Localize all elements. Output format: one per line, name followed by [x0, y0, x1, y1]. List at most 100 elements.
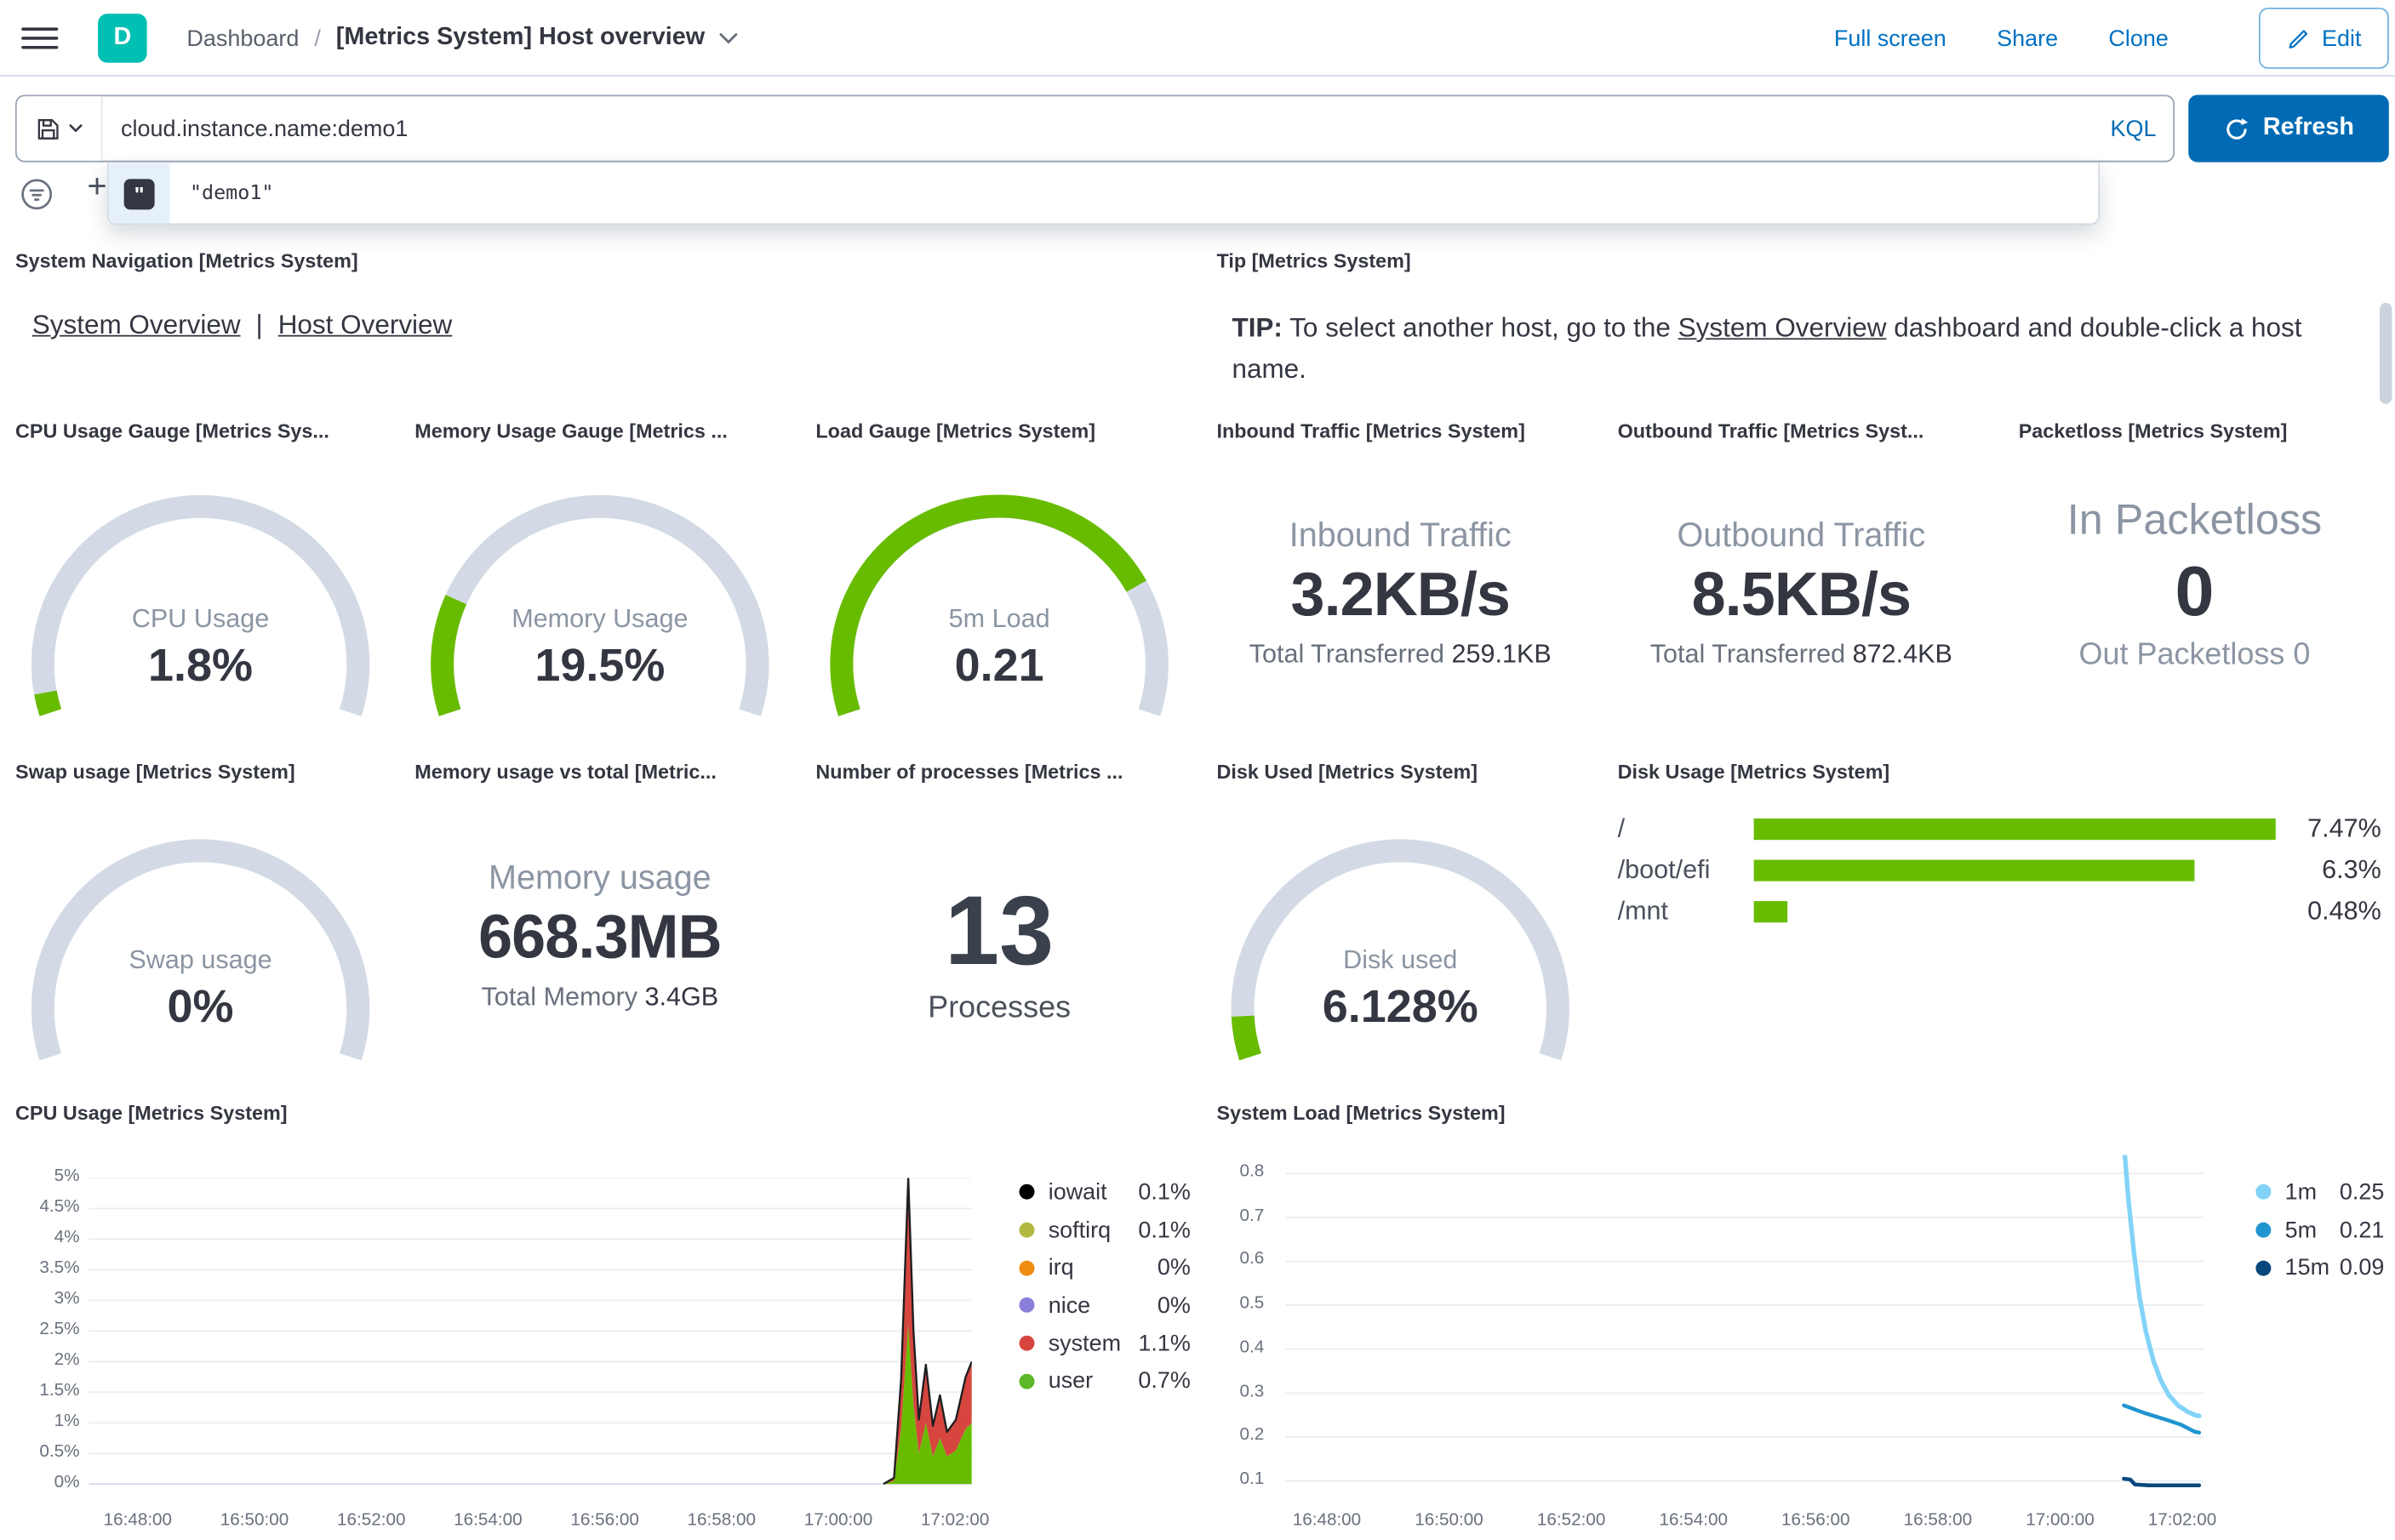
axis-tick: 0.7	[1239, 1206, 1265, 1225]
legend-item[interactable]: user 0.7%	[1019, 1362, 1191, 1400]
axis-tick: 16:50:00	[220, 1511, 289, 1531]
legend-item[interactable]: nice 0%	[1019, 1286, 1191, 1324]
axis-tick: 0.5	[1239, 1294, 1265, 1314]
legend-item[interactable]: iowait 0.1%	[1019, 1173, 1191, 1211]
axis-tick: 2.5%	[39, 1320, 80, 1339]
legend-item[interactable]: 15m 0.09	[2255, 1249, 2384, 1286]
edit-button[interactable]: Edit	[2259, 7, 2389, 69]
scrollbar[interactable]	[2380, 303, 2392, 404]
axis-tick: 0.5%	[39, 1442, 80, 1462]
axis-tick: 0.6	[1239, 1250, 1265, 1269]
host-overview-link[interactable]: Host Overview	[278, 309, 453, 339]
saved-query-menu-button[interactable]	[16, 96, 103, 161]
legend-item[interactable]: 1m 0.25	[2255, 1173, 2384, 1211]
metric-label: Outbound Traffic	[1677, 515, 1926, 554]
disk-label: /	[1617, 813, 1626, 842]
tip-text: TIP: To select another host, go to the S…	[1232, 307, 2346, 390]
refresh-button[interactable]: Refresh	[2188, 94, 2389, 163]
save-icon	[37, 118, 59, 139]
app: D Dashboard / [Metrics System] Host over…	[0, 0, 2395, 1540]
legend-item[interactable]: irq 0%	[1019, 1249, 1191, 1286]
disk-label: /boot/efi	[1617, 854, 1711, 884]
metric-sub: Out Packetloss 0	[2078, 637, 2311, 672]
panel-title-tip[interactable]: Tip [Metrics System]	[1216, 249, 1410, 272]
panel-title-memory-gauge[interactable]: Memory Usage Gauge [Metrics ...	[414, 419, 728, 442]
load-chart-legend: 1m 0.25 5m 0.21 15m 0.09	[2255, 1173, 2384, 1286]
axis-tick: 0.2	[1239, 1426, 1265, 1445]
chevron-down-icon	[69, 124, 83, 133]
share-button[interactable]: Share	[1997, 26, 2058, 52]
system-overview-link[interactable]: System Overview	[32, 309, 241, 339]
metric-sub: Total Memory 3.4GB	[481, 982, 719, 1012]
axis-tick: 0.1	[1239, 1469, 1265, 1489]
legend-item[interactable]: softirq 0.1%	[1019, 1212, 1191, 1249]
panel-title-disk-used[interactable]: Disk Used [Metrics System]	[1216, 761, 1478, 784]
menu-icon[interactable]	[21, 20, 59, 56]
disk-label: /mnt	[1617, 895, 1669, 925]
system-load-chart[interactable]	[1285, 1155, 2204, 1515]
cpu-chart-y-axis: 5% 4.5% 4% 3.5% 3% 2.5% 2% 1.5% 1% 0.5% 0%	[12, 1167, 79, 1497]
disk-value: 6.3%	[2322, 854, 2381, 884]
refresh-icon	[2226, 117, 2248, 139]
space-avatar[interactable]: D	[98, 14, 147, 63]
axis-tick: 16:52:00	[1536, 1511, 1606, 1531]
metric-value: 0	[2175, 550, 2215, 630]
axis-tick: 17:00:00	[803, 1511, 873, 1531]
axis-tick: 0.4	[1239, 1338, 1265, 1357]
suggestion-item[interactable]: "demo1"	[190, 182, 274, 205]
breadcrumb-separator: /	[314, 25, 321, 52]
value-token-icon: "	[123, 178, 155, 209]
cpu-usage-gauge	[31, 494, 370, 716]
filter-icon[interactable]	[19, 176, 55, 213]
panel-title-load-chart[interactable]: System Load [Metrics System]	[1216, 1102, 1505, 1125]
breadcrumb: Dashboard / [Metrics System] Host overvi…	[186, 0, 737, 77]
panel-title-processes[interactable]: Number of processes [Metrics ...	[815, 761, 1123, 784]
panel-title-cpu-gauge[interactable]: CPU Usage Gauge [Metrics Sys...	[15, 419, 329, 442]
disk-bar	[1753, 858, 2276, 881]
axis-tick: 3%	[54, 1289, 80, 1309]
add-filter-button[interactable]: +	[87, 167, 106, 207]
memory-usage-gauge	[431, 494, 769, 716]
query-suggestion-popover: " "demo1"	[106, 162, 2100, 225]
breadcrumb-dashboard[interactable]: Dashboard	[186, 26, 299, 52]
panel-title-memory-total[interactable]: Memory usage vs total [Metric...	[414, 761, 717, 784]
panel-title-inbound[interactable]: Inbound Traffic [Metrics System]	[1216, 419, 1524, 442]
disk-usage-chart: / 7.47% /boot/efi 6.3% /mnt 0.48%	[1618, 807, 2381, 932]
disk-usage-row: /boot/efi 6.3%	[1618, 849, 2381, 891]
axis-tick: 16:58:00	[1903, 1511, 1973, 1531]
page-title[interactable]: [Metrics System] Host overview	[336, 25, 705, 52]
cpu-usage-chart[interactable]	[89, 1178, 972, 1486]
metric-value: 8.5KB/s	[1691, 561, 1912, 630]
panel-title-swap[interactable]: Swap usage [Metrics System]	[15, 761, 295, 784]
axis-tick: 1.5%	[39, 1381, 80, 1400]
panel-title-system-navigation[interactable]: System Navigation [Metrics System]	[15, 249, 358, 272]
memory-vs-total-metric: Memory usage 668.3MB Total Memory 3.4GB	[401, 857, 799, 1016]
axis-tick: 16:56:00	[1781, 1511, 1850, 1531]
refresh-button-label: Refresh	[2262, 114, 2354, 141]
packetloss-metric: In Packetloss 0 Out Packetloss 0	[2003, 493, 2386, 676]
system-navigation-links: System Overview | Host Overview	[32, 309, 453, 341]
kql-language-button[interactable]: KQL	[2094, 96, 2174, 161]
panel-title-outbound[interactable]: Outbound Traffic [Metrics Syst...	[1618, 419, 1924, 442]
panel-title-disk-usage[interactable]: Disk Usage [Metrics System]	[1618, 761, 1890, 784]
full-screen-button[interactable]: Full screen	[1834, 26, 1946, 52]
panel-title-cpu-chart[interactable]: CPU Usage [Metrics System]	[15, 1102, 288, 1125]
metric-sub: Total Transferred 259.1KB	[1249, 639, 1552, 669]
panel-title-load-gauge[interactable]: Load Gauge [Metrics System]	[815, 419, 1095, 442]
disk-bar	[1753, 818, 2276, 840]
cpu-chart-legend: iowait 0.1% softirq 0.1% irq 0% nice 0% system 1.…	[1019, 1173, 1191, 1400]
axis-tick: 16:54:00	[454, 1511, 523, 1531]
legend-item[interactable]: 5m 0.21	[2255, 1212, 2384, 1249]
tip-system-overview-link[interactable]: System Overview	[1678, 312, 1887, 343]
suggestion-icon-cell: "	[108, 163, 170, 224]
axis-tick: 5%	[54, 1166, 80, 1186]
panel-title-packetloss[interactable]: Packetloss [Metrics System]	[2019, 419, 2288, 442]
load-gauge	[830, 494, 1169, 716]
edit-button-label: Edit	[2321, 25, 2362, 52]
clone-button[interactable]: Clone	[2108, 26, 2168, 52]
axis-tick: 0%	[54, 1473, 80, 1492]
legend-item[interactable]: system 1.1%	[1019, 1325, 1191, 1362]
chevron-down-icon[interactable]	[718, 32, 737, 44]
query-input[interactable]	[102, 96, 2094, 161]
axis-tick: 0.3	[1239, 1382, 1265, 1401]
